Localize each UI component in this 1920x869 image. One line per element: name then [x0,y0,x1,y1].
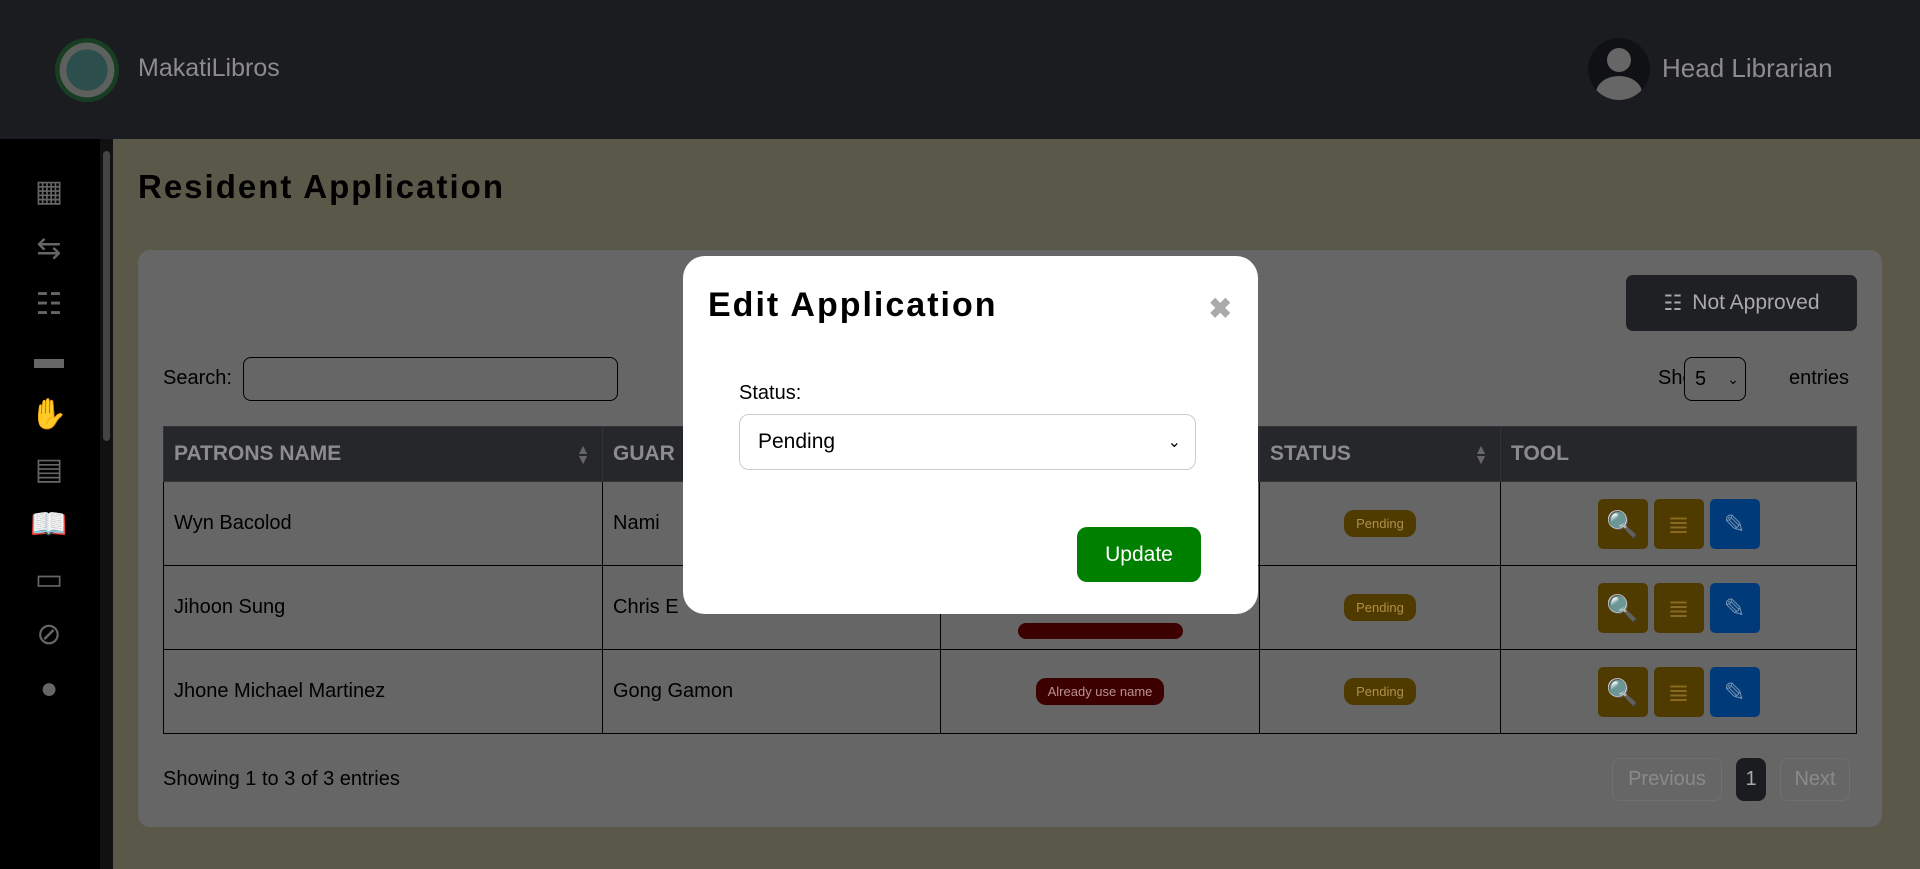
patron-name: Jihoon Sung [163,565,603,650]
edit-icon[interactable]: ✎ [1709,666,1760,717]
dashboard-icon[interactable]: ▦ [30,174,68,208]
table-row: Jhone Michael Martinez Gong Gamon Alread… [163,649,1857,734]
table-info: Showing 1 to 3 of 3 entries [163,768,400,790]
book-icon[interactable]: ▬ [30,342,68,376]
reader-icon[interactable]: 📖 [30,507,68,541]
sort-icon: ▲ ▼ [1474,441,1488,467]
note-badge: Already use name [1035,678,1165,705]
page-1-button[interactable]: 1 [1736,758,1766,801]
document-list-icon[interactable]: ≣ [1653,498,1704,549]
status-select-value: Pending [758,430,836,453]
list-x-icon: ☷ [1663,291,1683,315]
not-approved-label: Not Approved [1692,291,1820,314]
status-badge: Pending [1344,594,1416,621]
entries-value: 5 [1695,367,1707,390]
user-name[interactable]: Head Librarian [1662,53,1833,84]
status-select[interactable]: Pending ⌄ [739,414,1196,470]
guardian-name: Gong Gamon [602,649,941,734]
user-blocked-icon[interactable]: ⊘ [30,617,68,651]
view-file-icon[interactable]: 🔍 [1597,582,1648,633]
not-approved-button[interactable]: ☷ Not Approved [1626,275,1857,331]
view-file-icon[interactable]: 🔍 [1597,666,1648,717]
col-status[interactable]: STATUS ▲ ▼ [1259,426,1501,482]
edit-icon[interactable]: ✎ [1709,498,1760,549]
library-logo [55,38,119,102]
status-label: Status: [739,382,802,404]
list-check-icon[interactable]: ☷ [30,287,68,321]
sidebar: ▦ ⇆ ☷ ▬ ✋ ▤ 📖 ▭ ⊘ ● [0,139,100,869]
entries-label: entries [1789,367,1850,389]
search-input[interactable] [243,357,618,401]
col-tool: TOOL [1500,426,1857,482]
edit-application-modal: Edit Application ✖ Status: Pending ⌄ Upda… [683,256,1258,614]
chevron-down-icon: ⌄ [1727,370,1739,387]
brand-name: MakatiLibros [138,54,280,82]
status-badge: Pending [1344,678,1416,705]
view-file-icon[interactable]: 🔍 [1597,498,1648,549]
status-badge: Pending [1344,510,1416,537]
avatar[interactable] [1588,38,1650,100]
entries-select[interactable]: 5 ⌄ [1684,357,1746,401]
modal-title: Edit Application [708,286,998,324]
document-list-icon[interactable]: ≣ [1653,666,1704,717]
document-list-icon[interactable]: ≣ [1653,582,1704,633]
update-button[interactable]: Update [1077,527,1201,582]
note-badge [1017,623,1183,639]
patron-name: Wyn Bacolod [163,481,603,566]
search-label: Search: [163,367,232,389]
edit-icon[interactable]: ✎ [1709,582,1760,633]
top-header: MakatiLibros Head Librarian [0,0,1920,139]
hand-book-icon[interactable]: ✋ [30,397,68,431]
next-button[interactable]: Next [1780,758,1850,801]
chevron-down-icon: ⌄ [1167,434,1181,451]
user-icon[interactable]: ● [30,672,68,706]
document-icon[interactable]: ▤ [30,452,68,486]
sort-icon: ▲ ▼ [576,441,590,467]
col-patrons-name[interactable]: PATRONS NAME ▲ ▼ [163,426,603,482]
sidebar-scrollbar[interactable] [100,139,113,869]
previous-button[interactable]: Previous [1612,758,1722,801]
page-title: Resident Application [138,168,505,205]
transfer-icon[interactable]: ⇆ [30,231,68,265]
close-icon[interactable]: ✖ [1209,292,1232,325]
id-card-check-icon[interactable]: ▭ [30,562,68,596]
patron-name: Jhone Michael Martinez [163,649,603,734]
